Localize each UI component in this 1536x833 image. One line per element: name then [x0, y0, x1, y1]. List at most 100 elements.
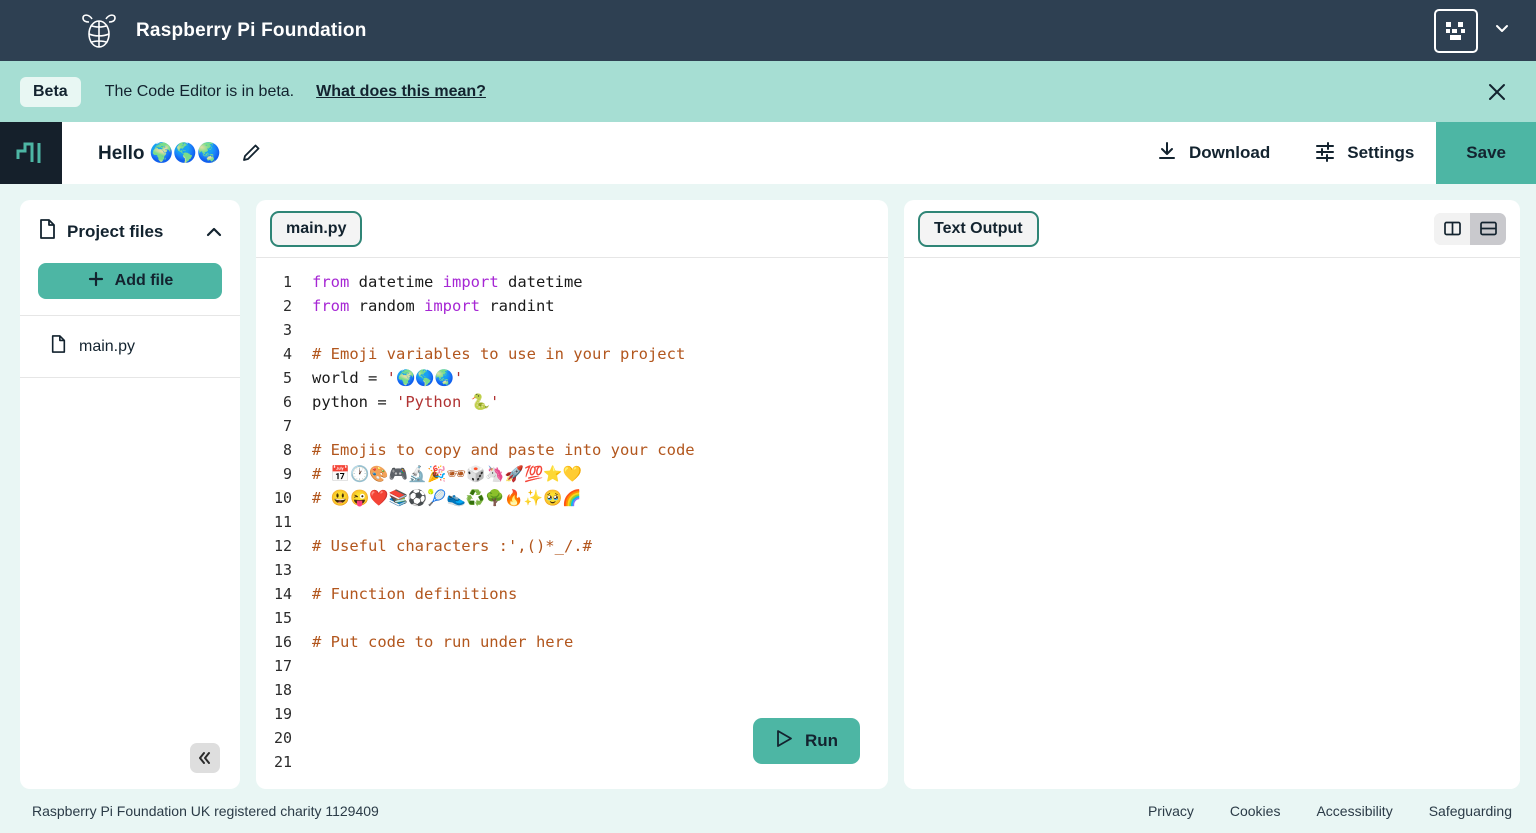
- token-plain: world =: [312, 369, 387, 387]
- footer-link-safeguarding[interactable]: Safeguarding: [1429, 803, 1512, 819]
- output-panel: Text Output: [904, 200, 1520, 789]
- code-line: 10 # 😃😜❤️📚⚽🎾👟♻️🌳🔥✨🥹🌈: [256, 486, 888, 510]
- output-content: [904, 258, 1520, 789]
- download-label: Download: [1189, 143, 1271, 162]
- settings-label: Settings: [1347, 143, 1415, 162]
- code-line: 8 # Emojis to copy and paste into your co…: [256, 438, 888, 462]
- code-line: 2 from random import randint: [256, 294, 888, 318]
- beta-message: The Code Editor is in beta.: [104, 82, 295, 100]
- download-button[interactable]: Download: [1134, 122, 1292, 184]
- raspberry-pi-logo-icon: [80, 10, 118, 52]
- code-text: python = 'Python 🐍': [302, 393, 499, 411]
- line-number: 11: [273, 513, 292, 531]
- pixel-face-avatar-icon[interactable]: [1434, 8, 1478, 53]
- line-number: 13: [273, 561, 292, 579]
- code-text: # Emojis to copy and paste into your cod…: [302, 441, 695, 459]
- token-keyword: import: [442, 273, 499, 291]
- chevron-up-icon[interactable]: [204, 222, 224, 242]
- code-line: 4 # Emoji variables to use in your projec…: [256, 342, 888, 366]
- token-string: 'Python 🐍': [396, 393, 500, 411]
- run-label: Run: [804, 731, 838, 750]
- token-plain: random: [349, 297, 424, 315]
- code-text: from datetime import datetime: [302, 273, 583, 291]
- file-name: main.py: [79, 337, 136, 355]
- code-line: 14 # Function definitions: [256, 582, 888, 606]
- footer-link-cookies[interactable]: Cookies: [1230, 803, 1281, 819]
- tab-main-py[interactable]: main.py: [270, 210, 363, 247]
- code-text: # Emoji variables to use in your project: [302, 345, 685, 363]
- line-number: 1: [282, 273, 292, 291]
- save-button[interactable]: Save: [1436, 122, 1536, 184]
- beta-badge: Beta: [20, 76, 81, 107]
- footer-link-privacy[interactable]: Privacy: [1148, 803, 1194, 819]
- code-line: 15: [256, 606, 888, 630]
- code-line: 6 python = 'Python 🐍': [256, 390, 888, 414]
- token-comment: # Emojis to copy and paste into your cod…: [312, 441, 695, 459]
- add-file-button[interactable]: Add file: [38, 263, 222, 299]
- code-text: # Put code to run under here: [302, 633, 573, 651]
- code-line: 17: [256, 654, 888, 678]
- code-text: # 😃😜❤️📚⚽🎾👟♻️🌳🔥✨🥹🌈: [302, 489, 582, 507]
- beta-learn-more-link[interactable]: What does this mean?: [316, 83, 486, 101]
- editor-tab-bar: main.py: [256, 200, 888, 258]
- brand[interactable]: Raspberry Pi Foundation: [80, 10, 367, 52]
- token-keyword: from: [312, 297, 350, 315]
- token-comment: # Emoji variables to use in your project: [312, 345, 686, 363]
- line-number: 4: [282, 345, 292, 363]
- chevron-down-icon[interactable]: [1492, 18, 1512, 43]
- code-editor-logo-icon[interactable]: [0, 122, 62, 184]
- footer-links: Privacy Cookies Accessibility Safeguarding: [1148, 803, 1512, 819]
- beta-banner: Beta The Code Editor is in beta. What do…: [0, 61, 1536, 122]
- line-number: 5: [282, 369, 292, 387]
- charity-text: Raspberry Pi Foundation UK registered ch…: [32, 803, 379, 819]
- output-tab-bar: Text Output: [904, 200, 1520, 258]
- code-line: 18: [256, 678, 888, 702]
- header-right: [1434, 8, 1512, 53]
- layout-toggle-group: [1434, 212, 1506, 245]
- code-editor-panel: main.py 1 from datetime import datetime 2 f…: [256, 200, 888, 789]
- project-name-wrap: Hello 🌍🌎🌏: [62, 122, 265, 184]
- token-comment: # Put code to run under here: [312, 633, 574, 651]
- settings-button[interactable]: Settings: [1292, 122, 1436, 184]
- code-line: 11: [256, 510, 888, 534]
- sidebar-collapse-button[interactable]: [190, 743, 220, 773]
- close-icon[interactable]: [1482, 77, 1512, 107]
- line-number: 7: [282, 417, 292, 435]
- code-editor[interactable]: 1 from datetime import datetime 2 from rand…: [256, 258, 888, 789]
- line-number: 15: [273, 609, 292, 627]
- split-vertical-icon[interactable]: [1434, 212, 1470, 245]
- run-button[interactable]: Run: [752, 718, 860, 764]
- list-item[interactable]: main.py: [20, 330, 240, 363]
- code-lines: 1 from datetime import datetime 2 from rand…: [256, 270, 888, 774]
- tab-text-output[interactable]: Text Output: [918, 210, 1039, 247]
- file-icon: [50, 334, 67, 359]
- project-files-sidebar: Project files Add file main.py: [20, 200, 240, 789]
- pencil-icon[interactable]: [237, 139, 265, 167]
- line-number: 9: [282, 465, 292, 483]
- sidebar-header[interactable]: Project files: [20, 200, 240, 245]
- line-number: 6: [282, 393, 292, 411]
- line-number: 2: [282, 297, 292, 315]
- line-number: 14: [273, 585, 292, 603]
- token-keyword: from: [312, 273, 350, 291]
- split-horizontal-icon[interactable]: [1470, 212, 1506, 245]
- line-number: 3: [282, 321, 292, 339]
- token-comment: # Useful characters :',()*_/.#: [312, 537, 592, 555]
- token-plain: python =: [312, 393, 396, 411]
- line-number: 18: [273, 681, 292, 699]
- code-text: world = '🌍🌎🌏': [302, 369, 463, 387]
- footer-link-accessibility[interactable]: Accessibility: [1316, 803, 1392, 819]
- code-line: 7: [256, 414, 888, 438]
- token-string: '🌍🌎🌏': [386, 369, 464, 387]
- sliders-icon: [1314, 140, 1336, 167]
- code-text: # Useful characters :',()*_/.#: [302, 537, 592, 555]
- token-comment: # 📅🕐🎨🎮🔬🎉🕶🎲🦄🚀💯⭐💛: [312, 465, 582, 483]
- file-icon: [38, 218, 57, 245]
- code-line: 13: [256, 558, 888, 582]
- code-line: 12 # Useful characters :',()*_/.#: [256, 534, 888, 558]
- line-number: 17: [273, 657, 292, 675]
- code-line: 5 world = '🌍🌎🌏': [256, 366, 888, 390]
- token-plain: datetime: [349, 273, 443, 291]
- global-header: Raspberry Pi Foundation: [0, 0, 1536, 61]
- code-line: 16 # Put code to run under here: [256, 630, 888, 654]
